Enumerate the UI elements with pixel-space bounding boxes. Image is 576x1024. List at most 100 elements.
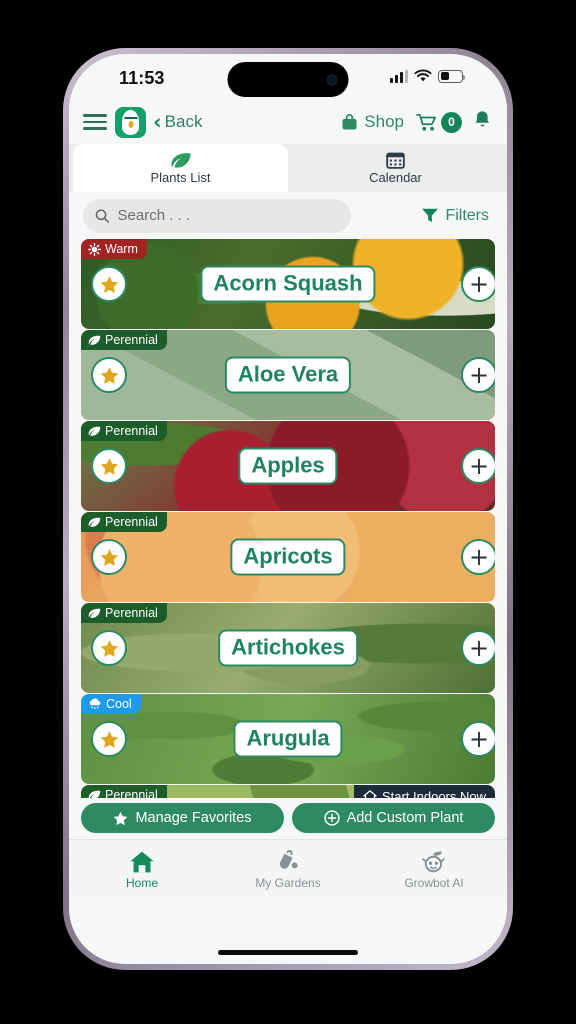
plant-season-badge-label: Perennial	[105, 788, 158, 798]
app-header: ‹ Back Shop 0	[69, 100, 507, 144]
plant-card[interactable]: Perennial Aloe Vera +	[81, 330, 495, 420]
back-chevron-icon[interactable]: ‹	[153, 111, 162, 133]
plant-season-badge: Perennial	[81, 330, 167, 350]
home-indoors-icon	[363, 790, 377, 798]
tab-plants-list-label: Plants List	[150, 169, 211, 185]
plant-season-badge: Perennial	[81, 512, 167, 532]
plant-season-badge-label: Cool	[106, 697, 132, 711]
start-indoors-label: Start Indoors Now	[381, 789, 486, 798]
house-icon	[129, 848, 155, 874]
leaf-icon	[88, 335, 101, 345]
cart-button[interactable]: 0	[416, 111, 462, 133]
nav-item-home-label: Home	[125, 875, 158, 890]
favorite-button[interactable]	[91, 721, 127, 757]
star-icon	[100, 275, 118, 293]
leaf-icon	[88, 790, 101, 798]
search-row: Filters	[69, 192, 507, 239]
home-indicator	[218, 950, 358, 955]
plant-card[interactable]: Perennial Apples +	[81, 421, 495, 511]
add-custom-plant-label: Add Custom Plant	[346, 810, 464, 826]
nav-item-home[interactable]: Home	[69, 840, 215, 897]
plant-card[interactable]: Cool Arugula +	[81, 694, 495, 784]
add-plant-button[interactable]: +	[461, 448, 495, 484]
funnel-filter-icon	[422, 208, 439, 223]
plant-card[interactable]: Perennial Apricots +	[81, 512, 495, 602]
plant-season-badge-label: Perennial	[105, 606, 158, 620]
growbot-mascot-icon	[420, 848, 448, 874]
sun-icon	[88, 242, 101, 256]
plus-circle-icon	[323, 810, 340, 826]
tab-calendar-label: Calendar	[369, 169, 422, 185]
manage-favorites-label: Manage Favorites	[135, 810, 252, 826]
leaf-icon	[88, 426, 101, 436]
plant-card[interactable]: PerennialStart Indoors Now+	[81, 785, 495, 798]
battery-icon	[438, 69, 466, 83]
plant-season-badge-label: Perennial	[105, 424, 158, 438]
plant-season-badge-label: Perennial	[105, 515, 158, 529]
manage-favorites-button[interactable]: Manage Favorites	[81, 803, 284, 833]
search-input[interactable]	[117, 207, 339, 224]
star-icon	[100, 457, 118, 475]
notification-bell-icon[interactable]	[474, 110, 491, 134]
plant-name[interactable]: Acorn Squash	[200, 265, 376, 303]
status-bar-indicators	[390, 69, 466, 83]
bottom-nav: Home My Gardens Growbot AI	[69, 839, 507, 897]
favorite-button[interactable]	[91, 448, 127, 484]
add-plant-button[interactable]: +	[461, 721, 495, 757]
calendar-icon	[386, 152, 405, 169]
tab-plants-list[interactable]: Plants List	[73, 144, 288, 192]
phone-frame: 11:53 ‹ Back Shop 0 Plants List Calendar…	[63, 48, 513, 970]
plant-card[interactable]: Warm Acorn Squash +	[81, 239, 495, 329]
plant-season-badge-label: Warm	[105, 242, 138, 256]
add-plant-button[interactable]: +	[461, 357, 495, 393]
plant-name[interactable]: Arugula	[233, 720, 343, 758]
shop-button[interactable]: Shop	[340, 112, 404, 132]
filters-label: Filters	[445, 206, 489, 224]
start-indoors-badge[interactable]: Start Indoors Now	[353, 785, 495, 798]
add-plant-button[interactable]: +	[461, 630, 495, 666]
favorite-button[interactable]	[91, 630, 127, 666]
nav-item-growbot-ai[interactable]: Growbot AI	[361, 840, 507, 897]
nav-item-my-gardens-label: My Gardens	[255, 875, 321, 890]
status-bar-time: 11:53	[119, 68, 165, 88]
leaf-icon	[88, 608, 101, 618]
shop-basket-icon	[342, 113, 357, 130]
plant-name[interactable]: Apples	[238, 447, 338, 485]
add-custom-plant-button[interactable]: Add Custom Plant	[292, 803, 495, 833]
search-icon	[95, 208, 110, 223]
plant-list[interactable]: Warm Acorn Squash + Perennial Aloe Vera + Pere…	[69, 239, 507, 798]
watering-can-icon	[275, 848, 301, 874]
back-button-label[interactable]: Back	[165, 112, 203, 132]
plant-name[interactable]: Aloe Vera	[224, 356, 352, 394]
front-camera-icon	[326, 74, 338, 85]
dynamic-island	[227, 62, 349, 97]
tab-calendar[interactable]: Calendar	[288, 144, 503, 192]
phone-screen: 11:53 ‹ Back Shop 0 Plants List Calendar…	[69, 54, 507, 964]
hamburger-menu-icon[interactable]	[83, 114, 107, 130]
nav-item-growbot-ai-label: Growbot AI	[404, 875, 464, 890]
search-box[interactable]	[83, 198, 351, 233]
star-icon	[100, 366, 118, 384]
add-plant-button[interactable]: +	[461, 539, 495, 575]
favorite-button[interactable]	[91, 266, 127, 302]
plant-name[interactable]: Artichokes	[218, 629, 358, 667]
plant-season-badge: Cool	[81, 694, 141, 714]
nav-item-my-gardens[interactable]: My Gardens	[215, 840, 361, 897]
add-plant-button[interactable]: +	[461, 266, 495, 302]
app-logo-icon[interactable]	[115, 106, 146, 138]
filters-button[interactable]: Filters	[421, 207, 493, 225]
plant-season-badge: Warm	[81, 239, 147, 259]
wifi-icon	[414, 69, 432, 82]
plant-card[interactable]: Perennial Artichokes +	[81, 603, 495, 693]
leaf-icon	[88, 517, 101, 527]
favorite-button[interactable]	[91, 539, 127, 575]
star-icon	[100, 730, 118, 748]
plant-name[interactable]: Apricots	[230, 538, 346, 576]
plant-season-badge: Perennial	[81, 603, 167, 623]
cart-count-badge: 0	[441, 111, 462, 133]
plant-season-badge: Perennial	[81, 421, 167, 441]
plant-season-badge-label: Perennial	[105, 333, 158, 347]
cellular-signal-icon	[390, 69, 408, 83]
shopping-cart-icon	[416, 113, 437, 131]
favorite-button[interactable]	[91, 357, 127, 393]
